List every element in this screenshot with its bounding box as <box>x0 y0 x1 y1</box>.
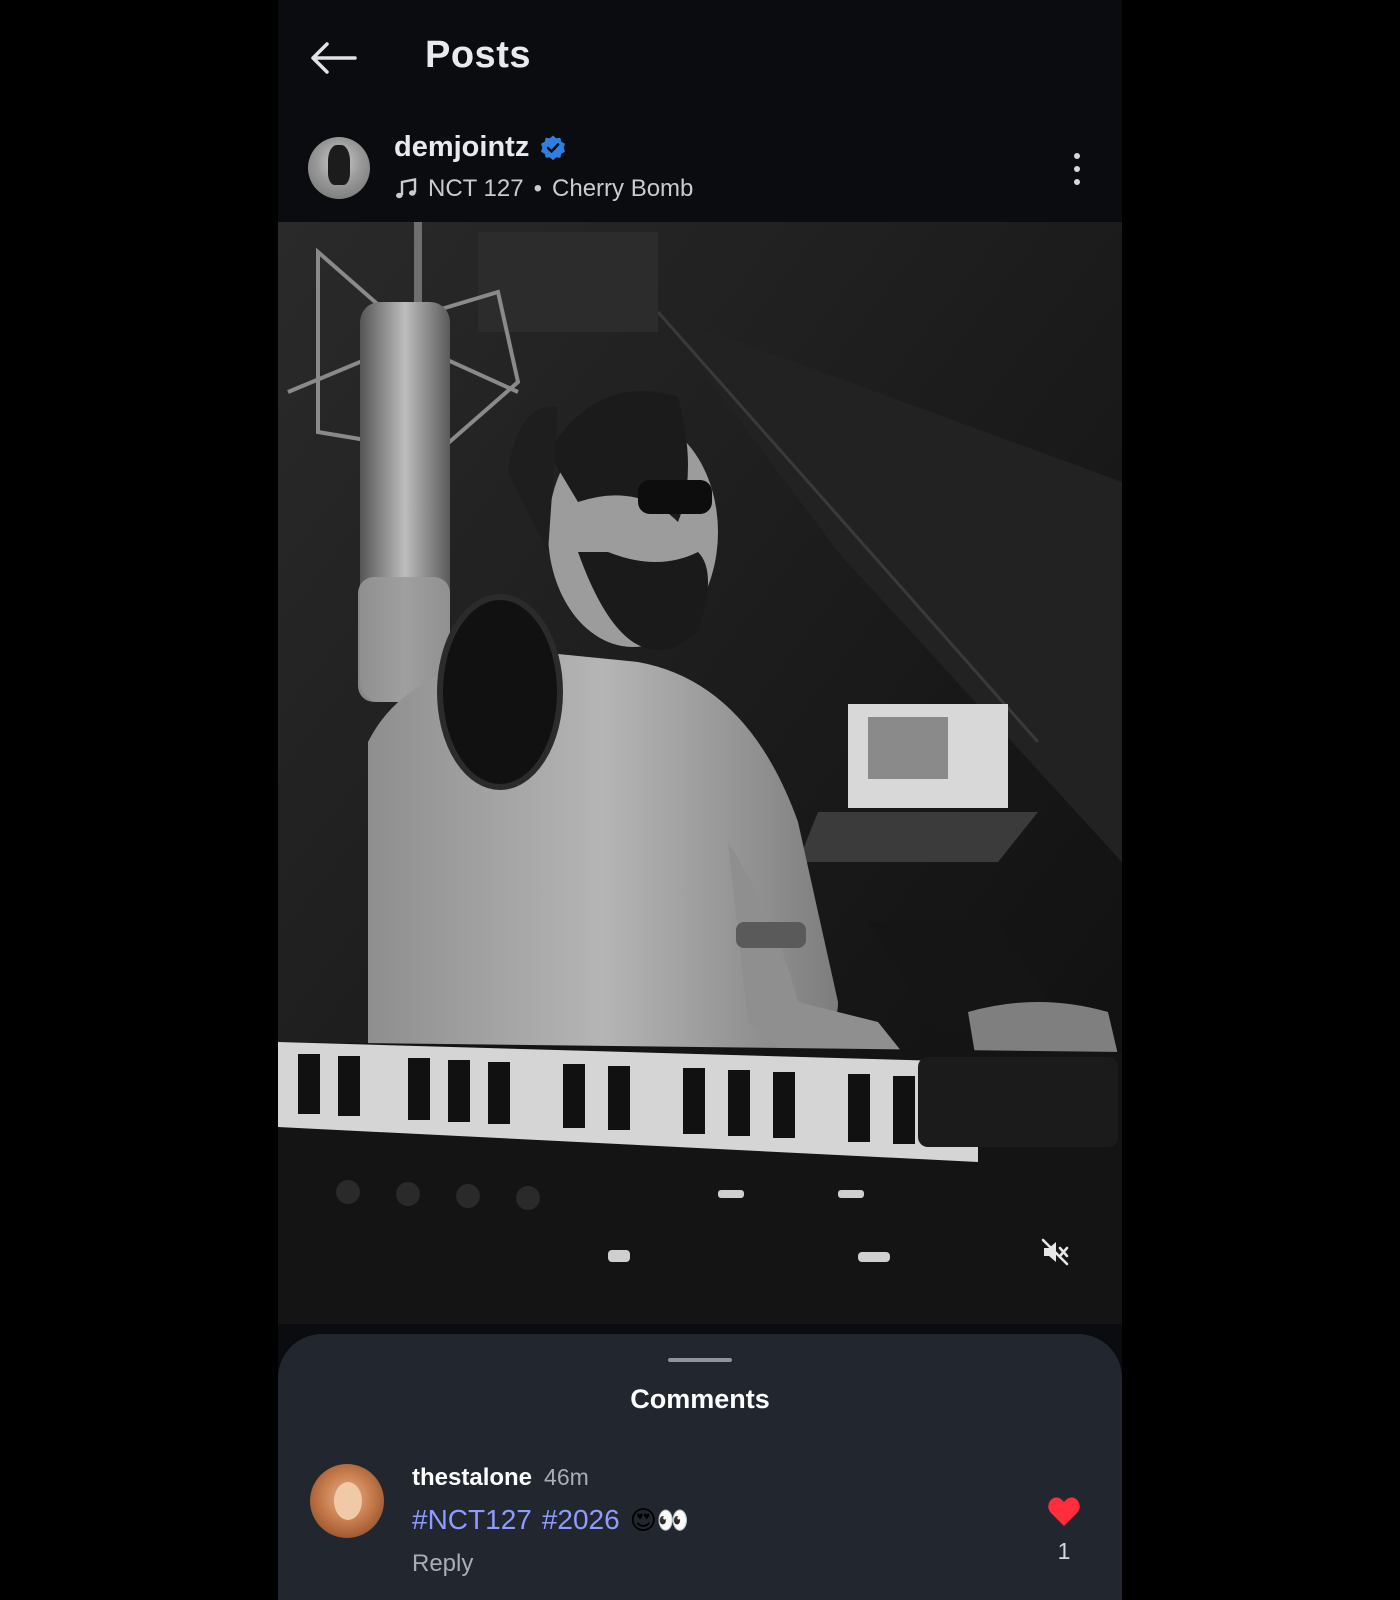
app-screen: Posts demjointz NCT 127 • Cherry Bomb Co… <box>278 0 1122 1600</box>
comment-emojis: 😍👀 <box>629 1504 690 1535</box>
top-bar: Posts <box>278 0 1122 115</box>
comment-time: 46m <box>544 1464 589 1490</box>
music-note-icon <box>396 178 417 199</box>
more-options-button[interactable] <box>1062 147 1092 191</box>
author-username[interactable]: demjointz <box>394 131 529 164</box>
comment-meta: thestalone 46m <box>412 1464 589 1492</box>
heart-icon[interactable] <box>1046 1494 1082 1530</box>
commenter-username[interactable]: thestalone <box>412 1464 532 1492</box>
hashtag-link[interactable]: #NCT127 <box>412 1504 532 1536</box>
verified-badge-icon <box>541 135 566 160</box>
post-header: demjointz NCT 127 • Cherry Bomb <box>278 125 1122 220</box>
music-separator: • <box>533 175 543 202</box>
arrow-left-icon <box>311 42 357 74</box>
mute-button[interactable] <box>1040 1237 1092 1289</box>
like-count: 1 <box>1057 1538 1071 1564</box>
more-vertical-icon <box>1074 153 1080 159</box>
sheet-drag-handle[interactable] <box>668 1358 732 1362</box>
music-song: Cherry Bomb <box>552 175 694 202</box>
comment-item: thestalone 46m #NCT127 #2026 😍👀 Reply 1 <box>278 1464 1122 1600</box>
music-info[interactable]: NCT 127 • Cherry Bomb <box>394 175 693 203</box>
post-photo <box>278 222 1122 1324</box>
page-title: Posts <box>425 34 531 76</box>
post-media[interactable] <box>278 222 1122 1324</box>
commenter-avatar[interactable] <box>310 1464 384 1538</box>
mute-icon <box>1041 1238 1069 1266</box>
author-avatar[interactable] <box>308 137 370 199</box>
comments-title: Comments <box>630 1384 770 1414</box>
hashtag-link[interactable]: #2026 <box>542 1504 620 1536</box>
back-button[interactable] <box>308 36 358 80</box>
comments-sheet: Comments thestalone 46m #NCT127 #2026 😍👀… <box>278 1334 1122 1600</box>
reply-button[interactable]: Reply <box>412 1550 473 1578</box>
comment-text: #NCT127 #2026 😍👀 <box>412 1504 689 1536</box>
author-row: demjointz <box>394 131 567 164</box>
music-artist: NCT 127 <box>428 175 524 202</box>
